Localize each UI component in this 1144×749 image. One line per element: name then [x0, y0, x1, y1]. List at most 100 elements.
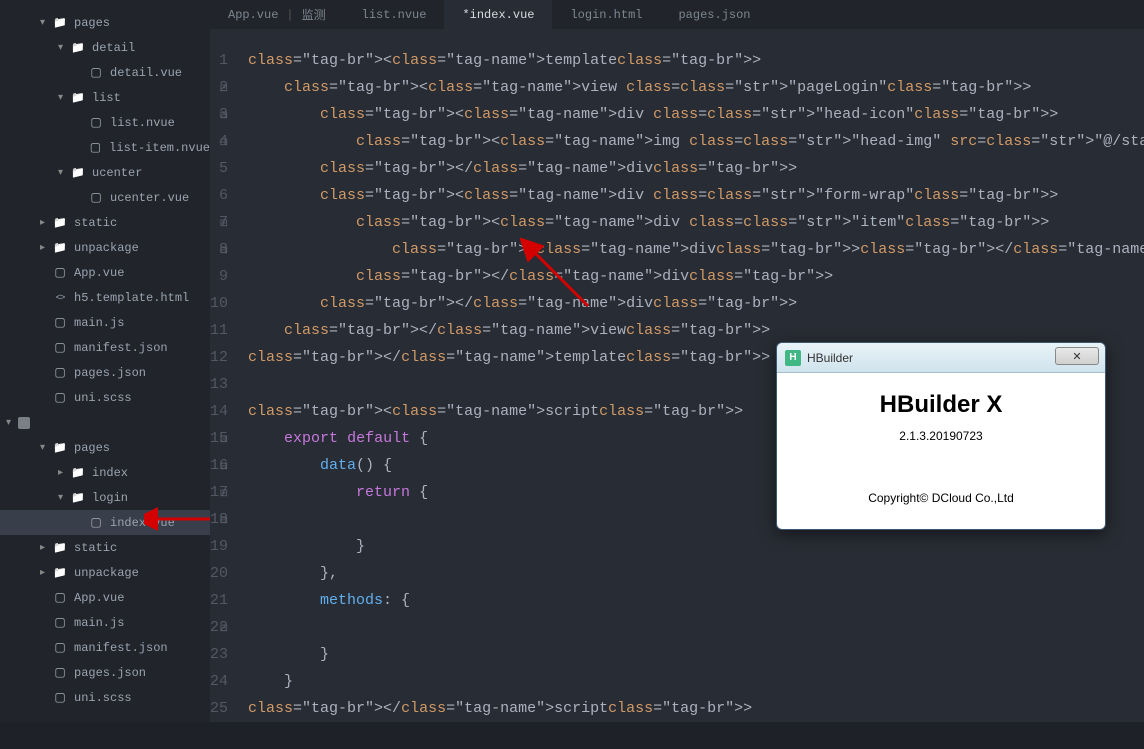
tree-item[interactable]: index: [0, 460, 210, 485]
file-icon: [88, 515, 104, 531]
file-icon: [88, 190, 104, 206]
tree-item-label: login: [92, 491, 128, 505]
dialog-copyright: Copyright© DCloud Co.,Ltd: [777, 491, 1105, 505]
tree-item-label: ucenter.vue: [110, 191, 189, 205]
file-icon: [88, 140, 104, 156]
file-icon: [88, 65, 104, 81]
tab-sublabel: 监测: [302, 6, 326, 23]
tree-item[interactable]: ucenter.vue: [0, 185, 210, 210]
folder-icon: [52, 15, 68, 31]
tree-item-label: App.vue: [74, 591, 124, 605]
folder-icon: [52, 540, 68, 556]
tab-index-vue[interactable]: *index.vue: [444, 0, 552, 29]
tab-app-vue[interactable]: App.vue | 监测: [210, 0, 344, 29]
tree-item[interactable]: uni.scss: [0, 685, 210, 710]
tree-item-label: main.js: [74, 316, 124, 330]
file-tree-sidebar[interactable]: pages detail detail.vue list list.nvue list-i…: [0, 0, 210, 722]
tree-item[interactable]: main.js: [0, 610, 210, 635]
tab-list-nvue[interactable]: list.nvue: [344, 0, 445, 29]
code-icon: [52, 290, 68, 306]
tree-item[interactable]: index.vue: [0, 510, 210, 535]
folder-icon: [52, 440, 68, 456]
tree-item-label: uni.scss: [74, 391, 132, 405]
tree-item[interactable]: pages.json: [0, 360, 210, 385]
tree-item-label: detail: [92, 41, 135, 55]
tree-item[interactable]: static: [0, 210, 210, 235]
file-icon: [52, 315, 68, 331]
tree-item-label: uni.scss: [74, 691, 132, 705]
chevron-icon: [58, 42, 70, 54]
dialog-title-text: HBuilder: [807, 351, 853, 365]
tree-item[interactable]: unpackage: [0, 560, 210, 585]
hbuilder-icon: H: [785, 350, 801, 366]
dialog-close-button[interactable]: ✕: [1055, 347, 1099, 365]
tree-item-label: ucenter: [92, 166, 142, 180]
tree-item[interactable]: detail: [0, 35, 210, 60]
tree-item[interactable]: pages: [0, 435, 210, 460]
tree-item[interactable]: pages.json: [0, 660, 210, 685]
tree-item-label: list: [92, 91, 121, 105]
tree-item[interactable]: manifest.json: [0, 635, 210, 660]
tab-label: list.nvue: [362, 8, 427, 22]
tree-item-label: static: [74, 216, 117, 230]
chevron-icon: [40, 542, 52, 554]
chevron-icon: [40, 442, 52, 454]
dialog-titlebar[interactable]: H HBuilder ✕: [777, 343, 1105, 373]
file-icon: [52, 265, 68, 281]
chevron-icon: [58, 467, 70, 479]
chevron-icon: [58, 167, 70, 179]
file-icon: [52, 390, 68, 406]
folder-icon: [52, 215, 68, 231]
tab-label: App.vue: [228, 8, 278, 22]
folder-icon: [52, 565, 68, 581]
file-icon: [52, 365, 68, 381]
tree-item-label: App.vue: [74, 266, 124, 280]
file-icon: [52, 665, 68, 681]
line-gutter: 1⊟2⊟3⊟456⊟7⊟891011121314⊟15⊟16⊟17⊟181920…: [210, 29, 238, 722]
tree-item[interactable]: detail.vue: [0, 60, 210, 85]
tree-item[interactable]: h5.template.html: [0, 285, 210, 310]
folder-icon: [70, 90, 86, 106]
project-icon: [18, 417, 30, 429]
tab-login-html[interactable]: login.html: [552, 0, 660, 29]
editor-tabs: App.vue | 监测 list.nvue *index.vue login.…: [210, 0, 1144, 29]
chevron-icon: [40, 17, 52, 29]
tree-item[interactable]: unpackage: [0, 235, 210, 260]
folder-icon: [52, 240, 68, 256]
tree-item[interactable]: App.vue: [0, 585, 210, 610]
tree-item[interactable]: static: [0, 535, 210, 560]
chevron-icon: [58, 492, 70, 504]
tree-item[interactable]: main.js: [0, 310, 210, 335]
tree-item[interactable]: pages: [0, 10, 210, 35]
tree-item[interactable]: list.nvue: [0, 110, 210, 135]
chevron-icon: [58, 92, 70, 104]
chevron-icon: [40, 217, 52, 229]
about-dialog: H HBuilder ✕ HBuilder X 2.1.3.20190723 C…: [776, 342, 1106, 530]
tree-item[interactable]: list: [0, 85, 210, 110]
tree-item[interactable]: ucenter: [0, 160, 210, 185]
project-root[interactable]: [0, 410, 210, 435]
tree-item[interactable]: list-item.nvue: [0, 135, 210, 160]
tree-item[interactable]: manifest.json: [0, 335, 210, 360]
tree-item-label: static: [74, 541, 117, 555]
file-icon: [52, 640, 68, 656]
folder-icon: [70, 165, 86, 181]
tree-item-label: index: [92, 466, 128, 480]
tree-item-label: manifest.json: [74, 341, 168, 355]
chevron-icon: [40, 242, 52, 254]
dialog-heading: HBuilder X: [777, 391, 1105, 419]
tree-item[interactable]: login: [0, 485, 210, 510]
tree-item[interactable]: uni.scss: [0, 385, 210, 410]
file-icon: [52, 590, 68, 606]
file-icon: [52, 615, 68, 631]
tree-item-label: detail.vue: [110, 66, 182, 80]
chevron-icon: [40, 567, 52, 579]
folder-icon: [70, 40, 86, 56]
tree-item-label: pages: [74, 16, 110, 30]
tree-item-label: list.nvue: [110, 116, 175, 130]
tab-pages-json[interactable]: pages.json: [660, 0, 768, 29]
folder-icon: [70, 465, 86, 481]
tab-label: *index.vue: [462, 8, 534, 22]
tree-item[interactable]: App.vue: [0, 260, 210, 285]
tree-item-label: manifest.json: [74, 641, 168, 655]
